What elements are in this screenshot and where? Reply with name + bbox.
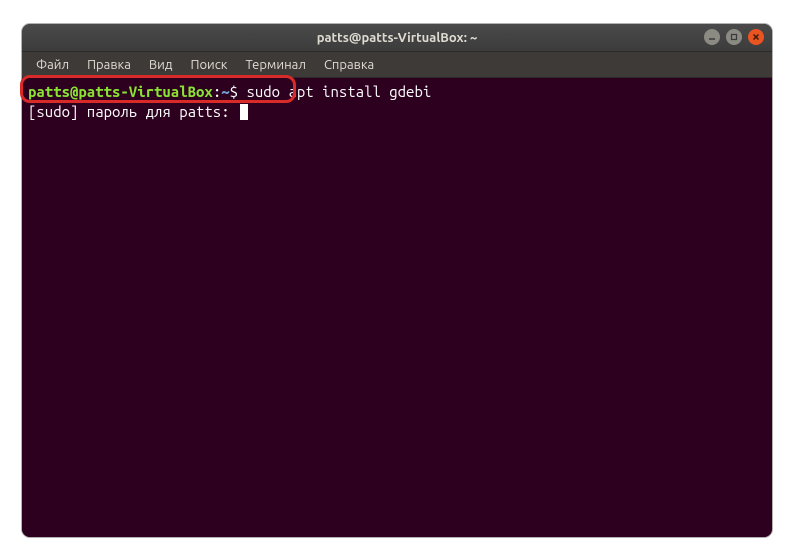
terminal-body[interactable]: patts@patts-VirtualBox:~$ sudo apt insta… — [22, 78, 772, 537]
command-text: sudo apt install gdebi — [246, 83, 431, 100]
terminal-line-1: patts@patts-VirtualBox:~$ sudo apt insta… — [28, 82, 766, 102]
prompt-colon: : — [213, 83, 221, 100]
sudo-prompt: [sudo] пароль для patts: — [28, 103, 238, 120]
window-controls — [704, 29, 764, 45]
menu-file[interactable]: Файл — [28, 55, 77, 75]
minimize-button[interactable] — [704, 29, 720, 45]
prompt-path: ~ — [221, 83, 229, 100]
menu-edit[interactable]: Правка — [79, 55, 139, 75]
menu-view[interactable]: Вид — [141, 55, 181, 75]
cursor-icon — [240, 104, 248, 120]
titlebar[interactable]: patts@patts-VirtualBox: ~ — [22, 24, 772, 52]
menubar: Файл Правка Вид Поиск Терминал Справка — [22, 52, 772, 78]
menu-search[interactable]: Поиск — [182, 55, 235, 75]
maximize-button[interactable] — [726, 29, 742, 45]
menu-help[interactable]: Справка — [316, 55, 382, 75]
close-icon — [752, 33, 760, 41]
minimize-icon — [708, 33, 716, 41]
maximize-icon — [730, 33, 738, 41]
menu-terminal[interactable]: Терминал — [237, 55, 313, 75]
close-button[interactable] — [748, 29, 764, 45]
terminal-window: patts@patts-VirtualBox: ~ Файл Правка Ви… — [22, 24, 772, 537]
terminal-line-2: [sudo] пароль для patts: — [28, 102, 766, 122]
prompt-userhost: patts@patts-VirtualBox — [28, 83, 213, 100]
window-title: patts@patts-VirtualBox: ~ — [317, 31, 478, 45]
prompt-symbol: $ — [230, 83, 238, 100]
